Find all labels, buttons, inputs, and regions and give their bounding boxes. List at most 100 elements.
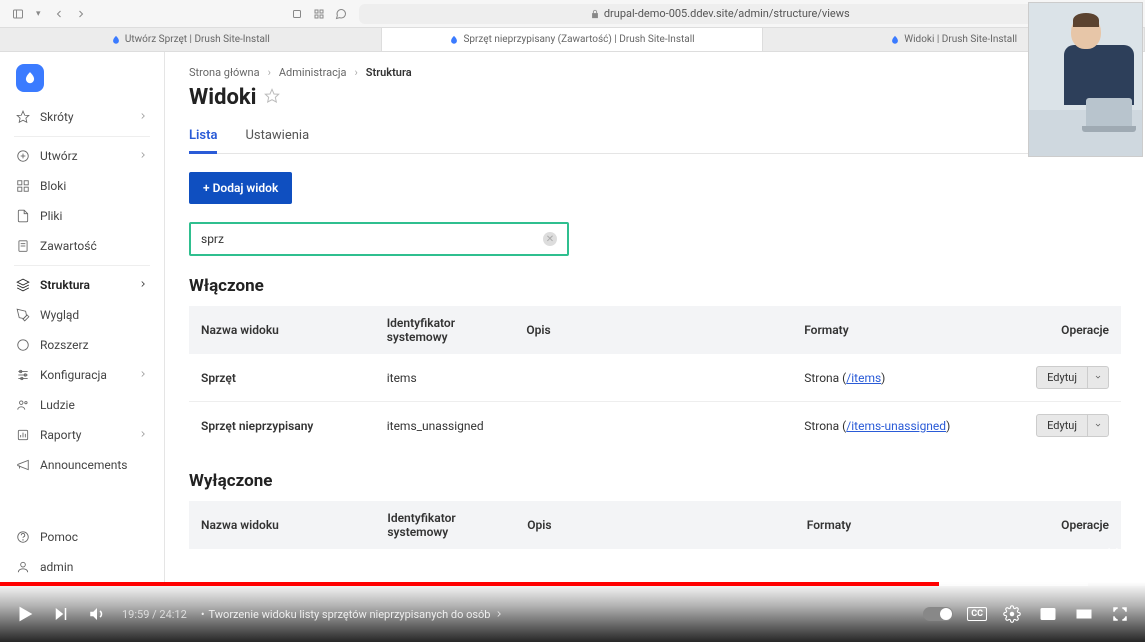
chevron-right-icon xyxy=(138,368,148,382)
col-ops: Operacje xyxy=(1028,501,1121,549)
table-row: Sprzęt nieprzypisany items_unassigned St… xyxy=(189,402,1121,450)
browser-tab-0[interactable]: Utwórz Sprzęt | Drush Site-Install xyxy=(0,28,382,51)
view-format: Strona (/items) xyxy=(792,354,1024,402)
channel-watermark-icon xyxy=(1099,544,1127,572)
sidebar-item-shortcuts[interactable]: Skróty xyxy=(0,102,164,132)
help-icon xyxy=(16,530,30,544)
url-text: drupal-demo-005.ddev.site/admin/structur… xyxy=(604,7,850,20)
enabled-heading: Włączone xyxy=(189,276,1121,296)
enabled-table: Nazwa widoku Identyfikator systemowy Opi… xyxy=(189,306,1121,449)
chevron-down-icon[interactable] xyxy=(1087,415,1108,436)
edit-button[interactable]: Edytuj xyxy=(1036,414,1109,437)
user-icon xyxy=(16,560,30,574)
sidebar-item-label: Utwórz xyxy=(40,149,78,163)
dropdown-caret-icon[interactable]: ▾ xyxy=(36,9,41,19)
sidebar-item-label: Bloki xyxy=(40,179,66,193)
autoplay-toggle[interactable] xyxy=(923,607,953,621)
chevron-right-icon xyxy=(138,110,148,124)
tab-settings[interactable]: Ustawienia xyxy=(245,120,309,153)
breadcrumb-link[interactable]: Strona główna xyxy=(189,66,260,79)
sidebar-item-config[interactable]: Konfiguracja xyxy=(0,360,164,390)
main-content: Strona główna› Administracja› Struktura … xyxy=(165,52,1145,582)
sidebar-item-admin[interactable]: admin xyxy=(0,552,164,582)
col-ops: Operacje xyxy=(1024,306,1121,354)
grid-icon xyxy=(16,179,30,193)
next-icon[interactable] xyxy=(50,603,72,625)
sidebar-item-label: Raporty xyxy=(40,428,81,442)
sidebar-item-blocks[interactable]: Bloki xyxy=(0,171,164,201)
sidebar-item-label: Struktura xyxy=(40,278,90,292)
grid-icon[interactable] xyxy=(309,4,329,24)
chevron-right-icon xyxy=(138,278,148,292)
sidebar-item-announcements[interactable]: Announcements xyxy=(0,450,164,480)
megaphone-icon xyxy=(16,458,30,472)
chevron-right-icon xyxy=(138,428,148,442)
layers-icon xyxy=(16,278,30,292)
shield-icon[interactable] xyxy=(287,4,307,24)
format-link[interactable]: /items-unassigned xyxy=(846,419,946,433)
sidebar-item-create[interactable]: Utwórz xyxy=(0,141,164,171)
plus-circle-icon xyxy=(16,149,30,163)
url-bar[interactable]: drupal-demo-005.ddev.site/admin/structur… xyxy=(359,4,1081,24)
admin-sidebar: Skróty Utwórz Bloki Pliki Zawartość Stru… xyxy=(0,52,165,582)
disabled-heading: Wyłączone xyxy=(189,471,1121,491)
chevron-down-icon[interactable] xyxy=(1087,367,1108,388)
favorite-star-icon[interactable] xyxy=(264,85,280,110)
view-name: Sprzęt xyxy=(189,354,375,402)
col-name: Nazwa widoku xyxy=(189,501,375,549)
report-icon xyxy=(16,428,30,442)
sidebar-item-files[interactable]: Pliki xyxy=(0,201,164,231)
col-formats: Formaty xyxy=(795,501,1028,549)
played-bar xyxy=(0,582,939,586)
content-tabs: Lista Ustawienia xyxy=(189,120,1121,154)
drupal-logo-icon[interactable] xyxy=(16,64,44,92)
volume-icon[interactable] xyxy=(86,603,108,625)
sidebar-item-label: admin xyxy=(40,560,73,574)
breadcrumb-link[interactable]: Administracja xyxy=(279,66,347,79)
breadcrumb: Strona główna› Administracja› Struktura xyxy=(189,66,1121,79)
sidebar-item-people[interactable]: Ludzie xyxy=(0,390,164,420)
filter-input[interactable] xyxy=(201,232,543,246)
doc-icon xyxy=(16,239,30,253)
sidebar-item-appearance[interactable]: Wygląd xyxy=(0,300,164,330)
back-icon[interactable] xyxy=(49,4,69,24)
col-desc: Opis xyxy=(514,306,792,354)
sidebar-item-label: Pliki xyxy=(40,209,62,223)
forward-icon[interactable] xyxy=(71,4,91,24)
sidebar-item-label: Konfiguracja xyxy=(40,368,107,382)
edit-button[interactable]: Edytuj xyxy=(1036,366,1109,389)
chapter-title[interactable]: • Tworzenie widoku listy sprzętów nieprz… xyxy=(201,608,505,621)
format-link[interactable]: /items xyxy=(846,371,881,385)
tab-list[interactable]: Lista xyxy=(189,120,217,154)
progress-bar[interactable] xyxy=(0,582,1145,586)
filter-box[interactable]: ✕ xyxy=(189,222,569,256)
browser-tab-1[interactable]: Sprzęt nieprzypisany (Zawartość) | Drush… xyxy=(382,28,764,51)
col-id: Identyfikator systemowy xyxy=(375,306,515,354)
table-row: Sprzęt items Strona (/items) Edytuj xyxy=(189,354,1121,402)
fullscreen-icon[interactable] xyxy=(1109,603,1131,625)
sidebar-item-label: Skróty xyxy=(40,110,74,124)
sidebar-item-structure[interactable]: Struktura xyxy=(0,270,164,300)
theater-icon[interactable] xyxy=(1073,603,1095,625)
sidebar-item-label: Ludzie xyxy=(40,398,75,412)
col-formats: Formaty xyxy=(792,306,1024,354)
captions-icon[interactable]: CC xyxy=(967,607,987,621)
settings-gear-icon[interactable] xyxy=(1001,603,1023,625)
brush-icon xyxy=(16,308,30,322)
sidebar-item-label: Pomoc xyxy=(40,530,78,544)
col-name: Nazwa widoku xyxy=(189,306,375,354)
add-view-button[interactable]: + Dodaj widok xyxy=(189,172,292,204)
sidebar-toggle-icon[interactable] xyxy=(8,4,28,24)
chevron-right-icon xyxy=(138,149,148,163)
sidebar-item-content[interactable]: Zawartość xyxy=(0,231,164,261)
disabled-table: Nazwa widoku Identyfikator systemowy Opi… xyxy=(189,501,1121,549)
col-id: Identyfikator systemowy xyxy=(375,501,515,549)
browser-tabs: Utwórz Sprzęt | Drush Site-Install Sprzę… xyxy=(0,28,1145,52)
sidebar-item-reports[interactable]: Raporty xyxy=(0,420,164,450)
sidebar-item-extend[interactable]: Rozszerz xyxy=(0,330,164,360)
play-icon[interactable] xyxy=(14,603,36,625)
chat-icon[interactable] xyxy=(331,4,351,24)
sidebar-item-help[interactable]: Pomoc xyxy=(0,522,164,552)
miniplayer-icon[interactable] xyxy=(1037,603,1059,625)
clear-filter-icon[interactable]: ✕ xyxy=(543,232,557,246)
